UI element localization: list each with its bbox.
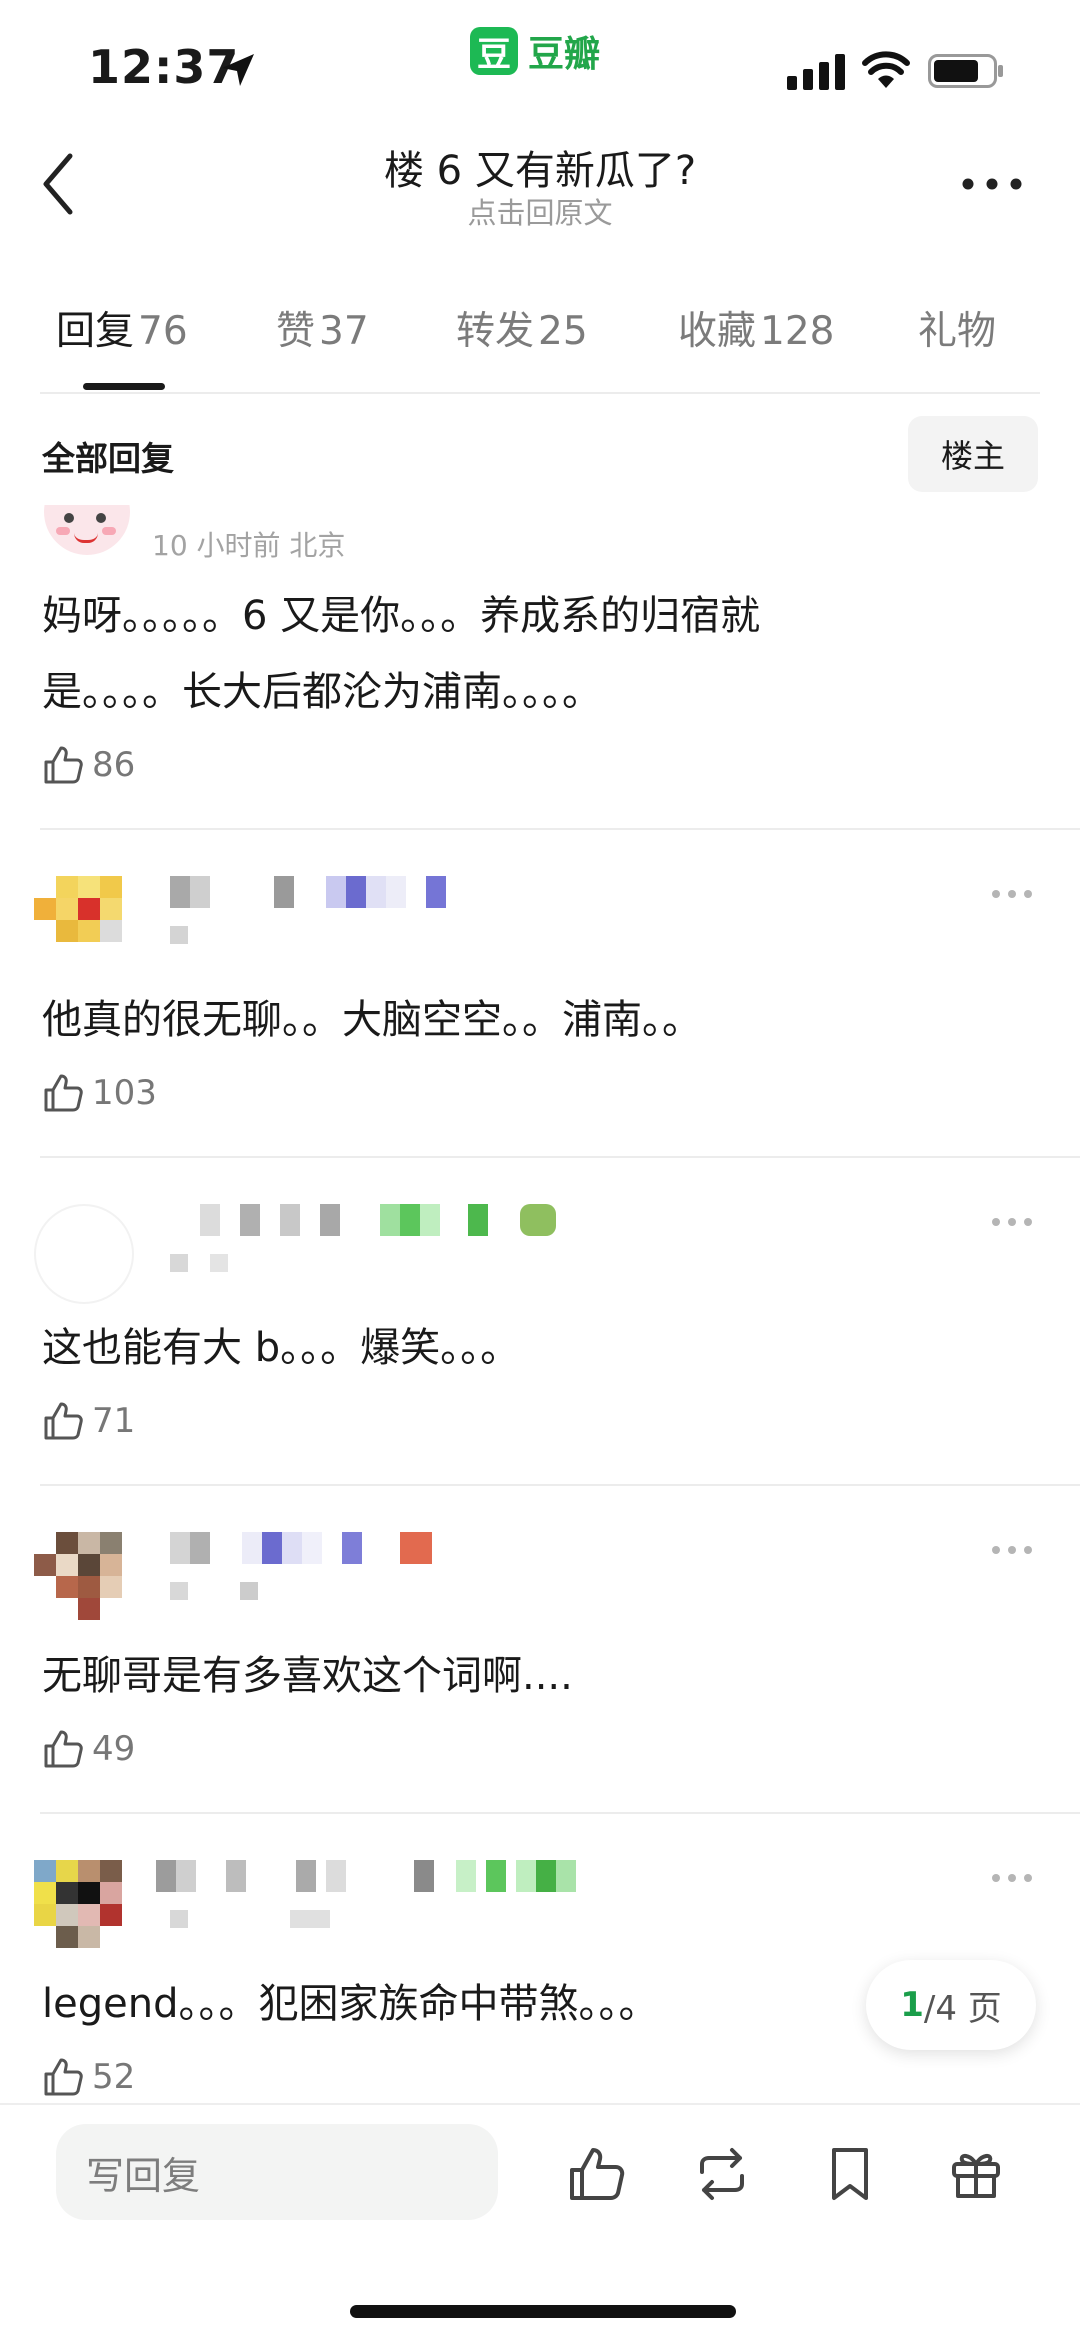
thumb-up-icon [44,2058,83,2096]
comment-text: 无聊哥是有多喜欢这个词啊.... [42,1653,573,1699]
tab-label: 回复 [56,309,135,354]
tab-count: 37 [319,309,369,354]
tab-label: 礼物 [918,309,997,354]
divider [40,1812,1080,1814]
comment-text: 他真的很无聊。。大脑空空。。浦南。。 [42,997,702,1043]
username-redacted[interactable] [170,876,470,912]
tab-label: 赞 [276,309,316,354]
avatar[interactable] [34,876,134,976]
like-button[interactable]: 49 [42,1724,135,1774]
like-count: 103 [92,1073,157,1113]
avatar[interactable] [34,1532,134,1632]
comment-meta-redacted [170,1254,250,1290]
like-count: 52 [92,2057,136,2097]
divider [40,1156,1080,1158]
wifi-icon [862,51,910,88]
username-redacted[interactable] [170,1532,470,1568]
like-button[interactable]: 86 [42,740,135,790]
all-replies-label: 全部回复 [42,439,174,478]
thumb-up-icon [44,1730,83,1768]
thumb-up-icon [44,746,83,784]
more-dots-icon[interactable] [960,164,1024,204]
comment-more-icon[interactable] [990,1214,1034,1230]
signal-icon [787,54,845,90]
comment-meta: 10 小时前 北京 [152,529,346,562]
status-bar: 12:37 豆 豆瓣 [0,0,1080,130]
avatar[interactable] [34,1860,134,1960]
divider [40,1484,1080,1486]
divider [40,828,1080,830]
comment-text-line: 是。。。。长大后都沦为浦南。。。。 [42,669,602,715]
current-page: 1 [900,1985,924,2025]
app-name: 豆瓣 [528,34,601,75]
divider [0,2103,1080,2105]
douban-logo: 豆 [470,27,518,75]
reply-input[interactable]: 写回复 [56,2124,498,2220]
comment-more-icon[interactable] [990,1870,1034,1886]
avatar[interactable] [44,505,130,559]
app-badge[interactable]: 豆 豆瓣 [470,26,600,76]
thumb-up-icon [44,1074,83,1112]
location-arrow-icon [222,54,254,86]
like-button[interactable]: 52 [42,2052,135,2102]
comment-text-line: 妈呀。。。。。6 又是你。。。养成系的归宿就 [42,593,761,639]
tab-count: 25 [538,309,588,354]
divider [40,392,1040,394]
tab-collections[interactable]: 收藏 128 [678,300,834,356]
like-count: 86 [92,745,136,785]
battery-icon [928,54,1003,88]
tab-gifts[interactable]: 礼物 [918,300,996,356]
comment-text: 这也能有大 b。。。爆笑。。。 [42,1325,521,1371]
tab-likes[interactable]: 赞 37 [276,300,369,356]
comment-text: legend。。。犯困家族命中带煞。。。 [42,1981,659,2027]
tab-reposts[interactable]: 转发 25 [456,300,588,356]
comment-meta-redacted [170,1582,270,1618]
op-only-button[interactable]: 楼主 [908,416,1038,492]
home-indicator [350,2305,736,2318]
page-title[interactable]: 楼 6 又有新瓜了? [0,138,1080,196]
back-to-original-link[interactable]: 点击回原文 [0,190,1080,232]
tab-replies[interactable]: 回复 76 [56,300,188,356]
thumb-up-icon[interactable] [566,2144,626,2204]
username-redacted[interactable] [156,1860,596,1896]
like-button[interactable]: 71 [42,1396,135,1446]
like-button[interactable]: 103 [42,1068,157,1118]
gift-icon[interactable] [946,2144,1006,2204]
thumb-up-icon [44,1402,83,1440]
bookmark-icon[interactable] [820,2144,880,2204]
repost-icon[interactable] [692,2144,752,2204]
comment-more-icon[interactable] [990,1542,1034,1558]
like-count: 49 [92,1729,136,1769]
active-tab-indicator [83,383,165,390]
tab-label: 收藏 [678,309,757,354]
tab-bar: 回复 76 赞 37 转发 25 收藏 128 礼物 [0,300,1080,396]
comment-meta-redacted [170,926,230,962]
username-redacted[interactable] [200,1204,580,1240]
tab-count: 76 [138,309,188,354]
like-count: 71 [92,1401,136,1441]
page-indicator[interactable]: 1/4 页 [866,1960,1036,2050]
tab-count: 128 [760,309,835,354]
status-time: 12:37 [88,40,240,94]
comment-text: 妈呀。。。。。6 又是你。。。养成系的归宿就 是。。。。长大后都沦为浦南。。。。 [42,578,942,730]
comment-meta-redacted [170,1910,350,1946]
avatar[interactable] [34,1204,134,1304]
tab-label: 转发 [456,309,535,354]
comment-more-icon[interactable] [990,886,1034,902]
total-pages: /4 页 [923,1988,1002,2029]
